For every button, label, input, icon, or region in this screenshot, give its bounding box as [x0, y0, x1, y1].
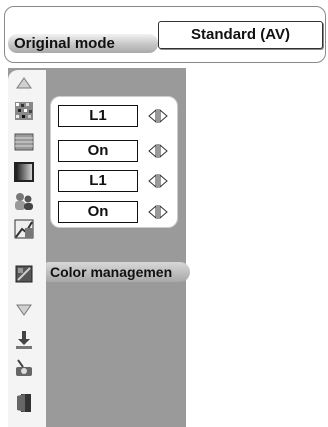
mode-label: Original mode — [14, 35, 115, 52]
download-tray-icon[interactable] — [12, 330, 36, 350]
adjust-value-field[interactable]: L1 — [58, 105, 138, 127]
projector-icon[interactable] — [12, 358, 36, 378]
color-management-icon[interactable] — [12, 264, 36, 284]
left-right-arrows-icon[interactable] — [147, 108, 169, 124]
selected-menu-tooltip: Color managemen — [46, 262, 190, 282]
left-right-arrows-icon[interactable] — [147, 143, 169, 159]
mode-value-field[interactable]: Standard (AV) — [158, 21, 323, 49]
adjust-value-field[interactable]: L1 — [58, 170, 138, 192]
gradient-box-icon[interactable] — [12, 162, 36, 182]
adjust-value-field[interactable]: On — [58, 140, 138, 162]
people-icon[interactable] — [12, 191, 36, 211]
exit-door-icon[interactable] — [12, 393, 36, 413]
left-right-arrows-icon[interactable] — [147, 204, 169, 220]
chart-pencil-icon[interactable] — [12, 219, 36, 239]
adjust-value-field[interactable]: On — [58, 201, 138, 223]
image-noise-icon[interactable] — [12, 101, 36, 121]
scroll-up-arrow-icon[interactable] — [12, 73, 36, 93]
gray-bars-icon[interactable] — [12, 132, 36, 152]
left-right-arrows-icon[interactable] — [147, 173, 169, 189]
scroll-down-arrow-icon[interactable] — [12, 300, 36, 320]
